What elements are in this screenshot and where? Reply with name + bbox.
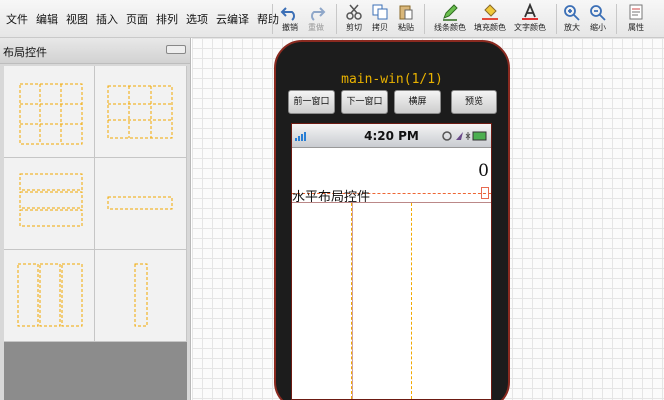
vertical-layout-widget[interactable] (4, 158, 95, 250)
toolbar: 文件 编辑 视图 插入 页面 排列 选项 云编译 帮助 撤销 重做 剪切 拷贝 … (0, 0, 664, 38)
redo-label: 重做 (308, 23, 324, 32)
layout-column-divider (411, 203, 412, 399)
toolbar-separator (424, 4, 425, 34)
table-layout-icon (107, 85, 173, 139)
paste-label: 粘贴 (398, 23, 414, 32)
horizontal-bar-widget[interactable] (95, 158, 187, 250)
line-color-label: 线条颜色 (434, 23, 466, 32)
panel-collapse-button[interactable] (166, 45, 186, 54)
horizontal-bar-icon (107, 196, 173, 210)
toolbar-separator (336, 4, 337, 34)
preview-button[interactable]: 预览 (451, 90, 497, 114)
toolbar-separator (272, 4, 273, 34)
vertical-bar-widget[interactable] (95, 250, 187, 342)
properties-icon (629, 4, 643, 20)
menu-arrange[interactable]: 排列 (152, 11, 182, 27)
menu-options[interactable]: 选项 (182, 11, 212, 27)
text-color-button[interactable]: 文字颜色 (512, 3, 548, 33)
vertical-layout-icon (19, 173, 83, 227)
lock-rotation-icon (442, 131, 452, 141)
grid-layout-icon (19, 83, 83, 145)
fill-color-label: 填充颜色 (474, 23, 506, 32)
properties-label: 属性 (628, 23, 644, 32)
horizontal-layout-icon (17, 263, 83, 327)
paste-button[interactable]: 粘贴 (396, 3, 416, 33)
zoom-out-icon (590, 5, 606, 21)
redo-icon (311, 7, 326, 21)
zoom-in-icon (564, 5, 580, 21)
battery-icon (472, 131, 487, 141)
toolbar-separator (616, 4, 617, 34)
text-color-label: 文字颜色 (514, 23, 546, 32)
properties-button[interactable]: 属性 (626, 3, 646, 33)
pencil-icon (443, 4, 458, 21)
undo-label: 撤销 (282, 23, 298, 32)
copy-icon (372, 4, 388, 20)
status-bar: 4:20 PM (292, 124, 491, 148)
copy-label: 拷贝 (372, 23, 388, 32)
location-icon (456, 132, 463, 140)
layout-widget-panel: 布局控件 (0, 38, 191, 400)
menu-view[interactable]: 视图 (62, 11, 92, 27)
menu-cloud-compile[interactable]: 云编译 (212, 11, 253, 27)
clipboard-icon (399, 5, 413, 20)
text-color-icon (522, 3, 538, 20)
zoom-out-label: 缩小 (590, 23, 606, 32)
layout-column-divider (352, 203, 353, 399)
cut-button[interactable]: 剪切 (344, 3, 364, 33)
copy-button[interactable]: 拷贝 (370, 3, 390, 33)
zoom-out-button[interactable]: 缩小 (588, 3, 608, 33)
undo-button[interactable]: 撤销 (280, 3, 300, 33)
horizontal-layout-widget[interactable] (4, 250, 95, 342)
menu-insert[interactable]: 插入 (92, 11, 122, 27)
redo-button[interactable]: 重做 (306, 3, 326, 33)
vertical-bar-icon (134, 263, 148, 327)
prev-window-button[interactable]: 前一窗口 (288, 90, 335, 114)
landscape-button[interactable]: 横屏 (394, 90, 441, 114)
widget-grid (4, 66, 187, 342)
paint-bucket-icon (482, 4, 498, 20)
window-title: main-win(1/1) (341, 72, 443, 87)
panel-header: 布局控件 (0, 38, 190, 64)
cut-label: 剪切 (346, 23, 362, 32)
fill-color-button[interactable]: 填充颜色 (472, 3, 508, 33)
scissors-icon (346, 4, 362, 20)
zoom-in-label: 放大 (564, 23, 580, 32)
table-layout-widget[interactable] (95, 66, 187, 158)
layout-handle[interactable] (481, 187, 489, 199)
panel-empty-area (4, 342, 187, 400)
zoom-in-button[interactable]: 放大 (562, 3, 582, 33)
menu-help[interactable]: 帮助 (253, 11, 283, 27)
menu-edit[interactable]: 编辑 (32, 11, 62, 27)
display-value: 0 (478, 161, 489, 181)
next-window-button[interactable]: 下一窗口 (341, 90, 388, 114)
bluetooth-icon (465, 132, 471, 140)
grid-layout-widget[interactable] (4, 66, 95, 158)
menu-bar: 文件 编辑 视图 插入 页面 排列 选项 云编译 帮助 (2, 11, 283, 27)
horizontal-layout-container[interactable] (292, 202, 491, 399)
undo-icon (280, 7, 295, 21)
menu-page[interactable]: 页面 (122, 11, 152, 27)
line-color-button[interactable]: 线条颜色 (432, 3, 468, 33)
menu-file[interactable]: 文件 (2, 11, 32, 27)
status-icons (442, 131, 487, 141)
panel-title: 布局控件 (3, 46, 47, 59)
toolbar-separator (556, 4, 557, 34)
phone-screen[interactable]: 4:20 PM 0 水平布局控件 (291, 123, 492, 400)
